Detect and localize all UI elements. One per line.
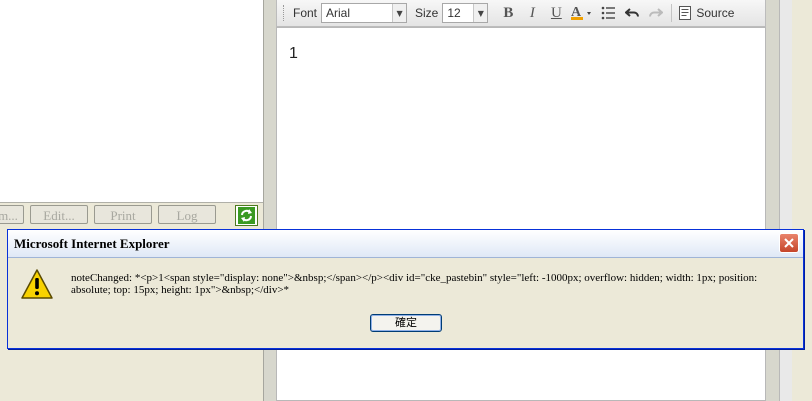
text-color-button[interactable]: A	[569, 2, 595, 24]
font-label: Font	[293, 6, 318, 20]
edit-button[interactable]: Edit...	[30, 205, 88, 224]
dialog-title: Microsoft Internet Explorer	[14, 235, 170, 251]
bold-button[interactable]: B	[497, 2, 519, 24]
font-select-value: Arial	[326, 6, 351, 20]
font-select[interactable]: Arial ▼	[321, 3, 408, 23]
toolbar-grip	[283, 5, 287, 21]
dialog-title-bar[interactable]: Microsoft Internet Explorer	[8, 230, 803, 258]
source-document-icon	[679, 6, 692, 20]
italic-button[interactable]: I	[521, 2, 543, 24]
text-color-icon: A	[571, 5, 592, 20]
underline-button[interactable]: U	[545, 2, 567, 24]
italic-icon: I	[529, 4, 535, 21]
undo-button[interactable]	[621, 2, 643, 24]
truncated-button[interactable]: m...	[0, 205, 24, 224]
bold-icon: B	[503, 4, 514, 21]
warning-icon	[21, 269, 53, 299]
editor-text[interactable]: 1	[289, 45, 298, 63]
undo-icon	[625, 8, 640, 17]
dialog-body: noteChanged: *<p>1<span style="display: …	[8, 258, 803, 350]
print-button[interactable]: Print	[94, 205, 152, 224]
chevron-down-icon[interactable]: ▼	[473, 4, 488, 22]
editor-toolbar: Font Arial ▼ Size 12 ▼ B I U A Source	[276, 0, 766, 27]
source-button[interactable]: Source	[679, 6, 734, 20]
close-icon	[784, 238, 794, 248]
redo-button[interactable]	[645, 2, 667, 24]
toolbar-separator	[671, 4, 673, 22]
size-select[interactable]: 12 ▼	[442, 3, 489, 23]
bullet-list-button[interactable]	[597, 2, 619, 24]
refresh-icon	[238, 207, 255, 224]
source-label: Source	[696, 6, 735, 20]
ok-button[interactable]: 確定	[370, 314, 442, 332]
redo-icon	[649, 8, 664, 17]
dialog-message: noteChanged: *<p>1<span style="display: …	[71, 272, 758, 296]
size-label: Size	[415, 6, 439, 20]
bullet-list-icon	[602, 6, 616, 20]
alert-dialog: Microsoft Internet Explorer noteChanged:…	[7, 229, 804, 349]
dialog-close-button[interactable]	[779, 233, 799, 253]
underline-icon: U	[550, 4, 562, 21]
chevron-down-icon[interactable]: ▼	[392, 4, 407, 22]
refresh-button[interactable]	[235, 205, 258, 226]
log-button[interactable]: Log	[158, 205, 216, 224]
size-select-value: 12	[447, 6, 461, 20]
left-panel	[0, 0, 264, 203]
